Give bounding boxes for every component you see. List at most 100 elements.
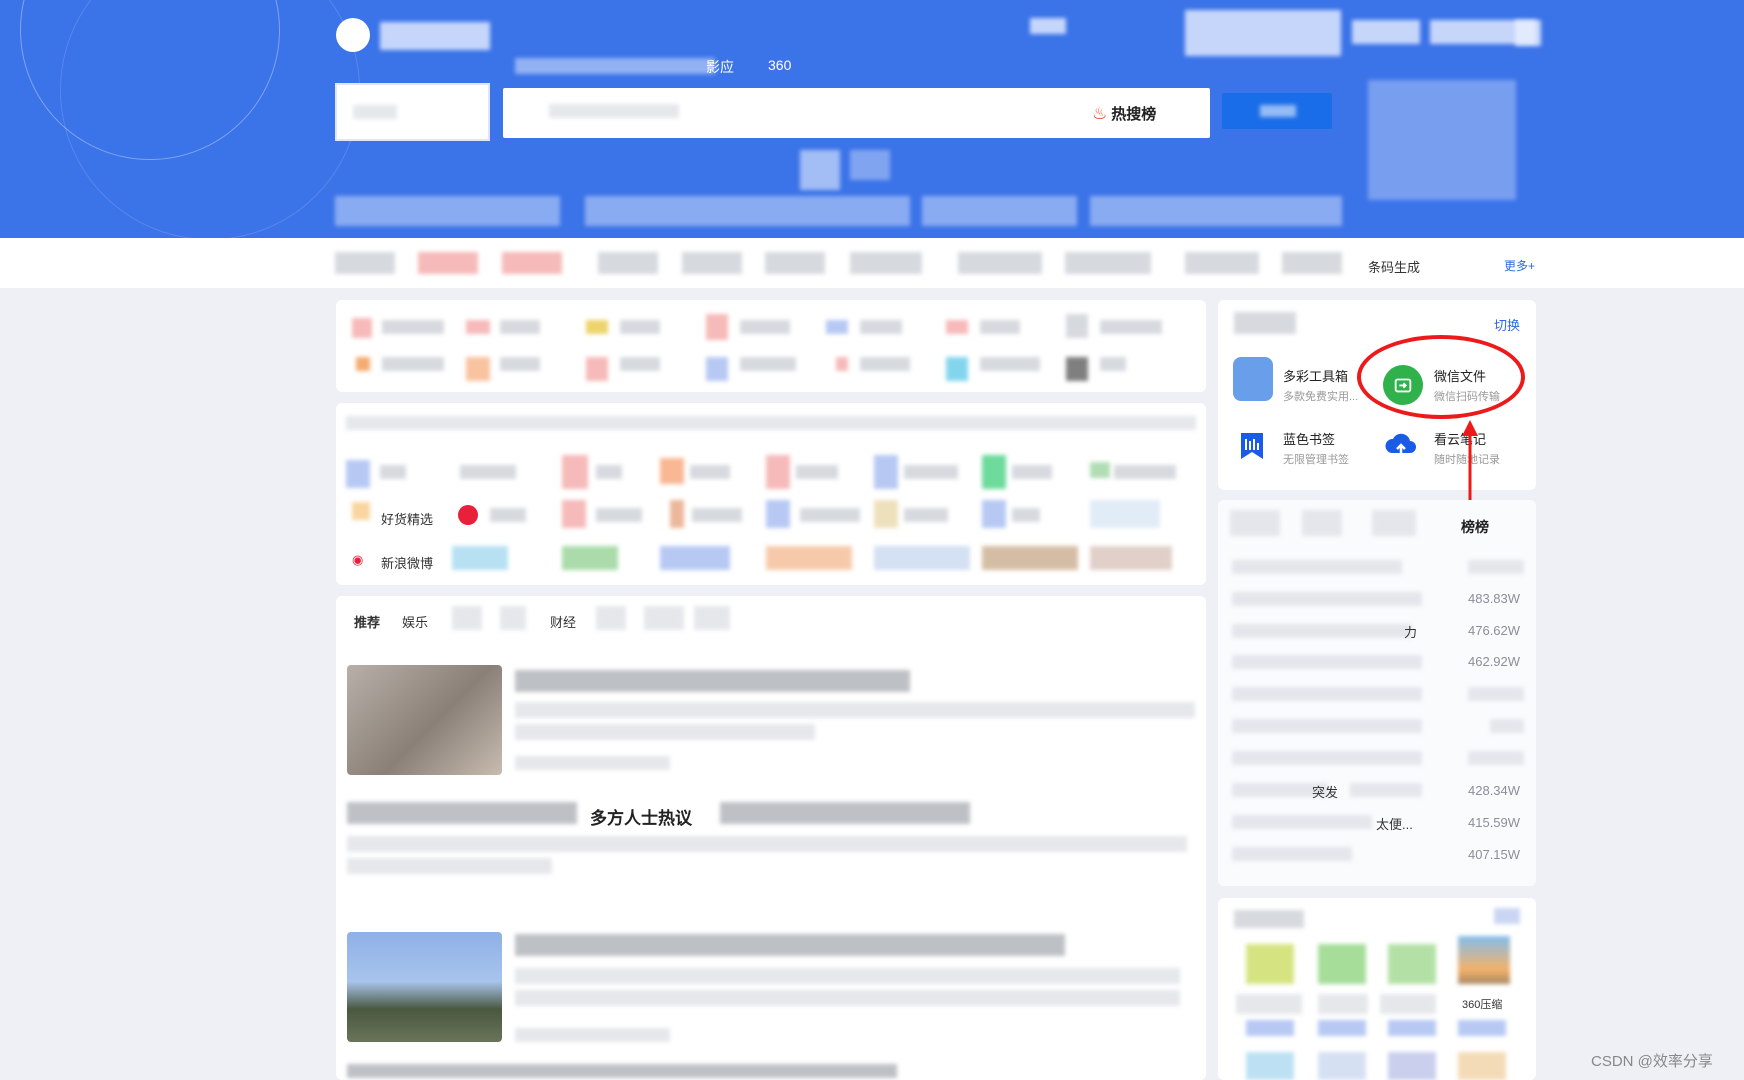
apps-more[interactable] [1494, 908, 1520, 924]
hot-item[interactable] [1350, 783, 1422, 797]
news-title[interactable] [515, 934, 1065, 956]
feed-tab[interactable] [500, 606, 526, 630]
rank-tab-active[interactable]: 榜榜 [1461, 517, 1489, 537]
quick-link-barcode[interactable]: 条码生成 [1368, 257, 1420, 276]
site-link-goods[interactable]: 好货精选 [381, 509, 433, 528]
feed-tab-entertainment[interactable]: 娱乐 [402, 612, 428, 631]
quick-link[interactable] [682, 252, 742, 274]
app-icon[interactable] [1388, 1052, 1436, 1080]
logo-icon[interactable] [336, 18, 370, 52]
site-link[interactable] [620, 320, 660, 334]
site-link[interactable] [982, 546, 1078, 570]
hot-item-text[interactable]: 太便... [1376, 814, 1413, 833]
hero-news-pill[interactable] [1090, 196, 1342, 226]
feed-tab[interactable] [452, 606, 482, 630]
site-link[interactable] [980, 357, 1040, 371]
news-title[interactable] [347, 1064, 897, 1078]
hot-item[interactable] [1232, 687, 1422, 701]
feed-tab[interactable] [644, 606, 684, 630]
hot-search-link[interactable]: ♨ 热搜榜 [1092, 103, 1156, 124]
feed-tab-recommend[interactable]: 推荐 [354, 612, 380, 631]
quick-link[interactable] [958, 252, 1042, 274]
news-headline[interactable]: 多方人士热议 [590, 804, 692, 829]
rank-tab[interactable] [1230, 510, 1280, 536]
site-link-weibo[interactable]: 新浪微博 [381, 553, 433, 572]
rank-tab[interactable] [1372, 510, 1416, 536]
quick-link[interactable] [850, 252, 922, 274]
site-link[interactable] [500, 320, 540, 334]
site-link[interactable] [460, 465, 516, 479]
site-link[interactable] [1090, 546, 1172, 570]
app-icon[interactable] [1318, 944, 1366, 984]
tab-0[interactable]: 影应 [706, 57, 734, 77]
app-icon-360zip[interactable] [1458, 936, 1510, 984]
feed-tab-finance[interactable]: 财经 [550, 612, 576, 631]
site-link[interactable] [596, 465, 622, 479]
site-link[interactable] [490, 508, 526, 522]
hot-item[interactable] [1232, 655, 1422, 669]
tool-name[interactable]: 多彩工具箱 [1283, 366, 1348, 385]
site-link[interactable] [980, 320, 1020, 334]
hot-item[interactable] [1232, 592, 1422, 606]
hero-news-pill[interactable] [585, 196, 910, 226]
site-link[interactable] [380, 465, 406, 479]
hero-icon[interactable] [800, 150, 840, 190]
hero-news-pill[interactable] [335, 196, 560, 226]
more-link[interactable]: 更多+ [1504, 257, 1535, 274]
quick-link[interactable] [502, 252, 562, 274]
site-link[interactable] [620, 357, 660, 371]
category-tabs-row[interactable] [346, 416, 1196, 430]
news-title[interactable] [515, 670, 910, 692]
site-link[interactable] [860, 357, 910, 371]
hot-item-text[interactable]: 突发 [1312, 782, 1338, 801]
site-link[interactable] [766, 546, 852, 570]
site-link[interactable] [596, 508, 642, 522]
search-engine-select[interactable] [335, 83, 490, 141]
hero-icon[interactable] [850, 150, 890, 180]
news-thumbnail[interactable] [347, 665, 502, 775]
site-link[interactable] [660, 546, 730, 570]
feed-tab[interactable] [694, 606, 730, 630]
feed-tab[interactable] [596, 606, 626, 630]
site-link[interactable] [1100, 320, 1162, 334]
site-link[interactable] [562, 546, 618, 570]
hot-item[interactable] [1232, 719, 1422, 733]
site-link[interactable] [452, 546, 508, 570]
header-link[interactable] [1515, 20, 1541, 46]
site-link[interactable] [874, 546, 970, 570]
hot-item[interactable] [1232, 560, 1402, 574]
quick-link[interactable] [1065, 252, 1151, 274]
site-link[interactable] [796, 465, 838, 479]
hot-item[interactable] [1232, 624, 1412, 638]
site-link[interactable] [690, 465, 730, 479]
quick-link[interactable] [765, 252, 825, 274]
tool-name-bookmark[interactable]: 蓝色书签 [1283, 429, 1335, 448]
rank-tab[interactable] [1302, 510, 1342, 536]
search-button[interactable] [1222, 93, 1332, 129]
news-title[interactable] [347, 802, 577, 824]
hot-item[interactable] [1232, 847, 1352, 861]
tab-360[interactable]: 360 [768, 57, 791, 73]
site-link[interactable] [1090, 500, 1160, 528]
app-icon[interactable] [1246, 944, 1294, 984]
side-promo[interactable] [1368, 80, 1516, 200]
news-title[interactable] [720, 802, 970, 824]
site-link[interactable] [382, 357, 444, 371]
quick-link[interactable] [1185, 252, 1259, 274]
site-link[interactable] [500, 357, 540, 371]
hot-item[interactable] [1232, 751, 1422, 765]
site-link[interactable] [800, 508, 860, 522]
quick-link[interactable] [1282, 252, 1342, 274]
switch-link[interactable]: 切换 [1494, 315, 1520, 334]
hot-item-text[interactable]: 力 [1404, 622, 1417, 641]
site-link[interactable] [740, 357, 796, 371]
app-icon[interactable] [1318, 1052, 1366, 1080]
site-link[interactable] [904, 508, 948, 522]
site-link[interactable] [1114, 465, 1176, 479]
site-link[interactable] [1012, 508, 1040, 522]
header-link[interactable] [1352, 20, 1420, 44]
quick-link[interactable] [335, 252, 395, 274]
app-icon[interactable] [1388, 944, 1436, 984]
site-link[interactable] [860, 320, 902, 334]
site-link[interactable] [904, 465, 958, 479]
